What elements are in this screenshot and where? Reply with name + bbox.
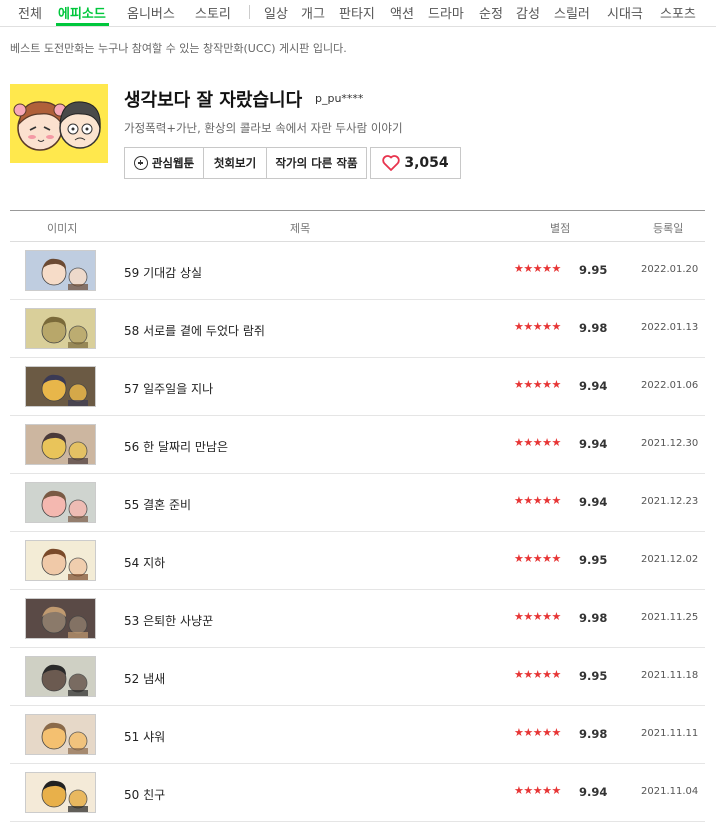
table-row: 59 기대감 상실 ★★★★★ 9.95 2022.01.20 [10,242,705,300]
table-row: 56 한 달짜리 만남은 ★★★★★ 9.94 2021.12.30 [10,416,705,474]
rating-stars: ★★★★★ [514,726,561,739]
header-title: 제목 [290,222,311,235]
rating-stars: ★★★★★ [514,320,561,333]
episode-date: 2021.11.04 [641,786,699,797]
other-works-label: 작가의 다른 작품 [275,156,358,170]
tab-daily[interactable]: 일상 [264,3,288,22]
rating-stars: ★★★★★ [514,552,561,565]
rating-stars: ★★★★★ [514,494,561,507]
like-count: 3,054 [404,155,449,171]
table-row: 52 냄새 ★★★★★ 9.95 2021.11.18 [10,648,705,706]
episode-title[interactable]: 58 서로를 곁에 두었다 람쥐 [124,322,265,339]
episode-thumbnail[interactable] [25,250,96,291]
comic-action-buttons: 관심웹툰 첫회보기 작가의 다른 작품 [124,147,367,179]
table-row: 53 은퇴한 사냥꾼 ★★★★★ 9.98 2021.11.25 [10,590,705,648]
rating-stars: ★★★★★ [514,262,561,275]
episode-thumbnail[interactable] [25,482,96,523]
episode-thumbnail[interactable] [25,714,96,755]
tab-fantasy[interactable]: 판타지 [339,3,375,22]
first-episode-button[interactable]: 첫회보기 [204,148,267,178]
tab-story[interactable]: 스토리 [195,3,231,22]
rating-score: 9.95 [579,553,608,567]
rating-score: 9.95 [579,669,608,683]
episode-date: 2021.11.25 [641,612,699,623]
rating-score: 9.98 [579,727,608,741]
episode-date: 2021.12.23 [641,496,699,507]
like-button[interactable]: 3,054 [370,147,461,179]
tab-omnibus[interactable]: 옴니버스 [127,3,175,22]
header-date: 등록일 [653,222,684,235]
tab-gag[interactable]: 개그 [301,3,325,22]
table-row: 50 친구 ★★★★★ 9.94 2021.11.04 [10,764,705,822]
episode-thumbnail[interactable] [25,424,96,465]
comic-description: 가정폭력+가난, 환상의 콜라보 속에서 자란 두사람 이야기 [124,121,403,135]
episode-date: 2021.11.11 [641,728,699,739]
episode-date: 2021.12.30 [641,438,699,449]
table-row: 51 샤워 ★★★★★ 9.98 2021.11.11 [10,706,705,764]
board-notice: 베스트 도전만화는 누구나 참여할 수 있는 창작만화(UCC) 게시판 입니다… [10,42,347,55]
episode-title[interactable]: 50 친구 [124,786,165,803]
tab-bar-divider [0,26,716,27]
comic-author[interactable]: p_pu**** [315,92,363,105]
rating-score: 9.98 [579,611,608,625]
episode-title[interactable]: 59 기대감 상실 [124,264,202,281]
rating-score: 9.94 [579,785,608,799]
first-episode-label: 첫회보기 [213,156,257,170]
other-works-button[interactable]: 작가의 다른 작품 [267,148,366,178]
header-rating: 별점 [550,222,571,235]
tab-divider [249,5,250,19]
episode-thumbnail[interactable] [25,656,96,697]
episode-title[interactable]: 52 냄새 [124,670,165,687]
episode-title[interactable]: 51 샤워 [124,728,165,745]
rating-score: 9.94 [579,379,608,393]
rating-score: 9.94 [579,495,608,509]
episode-date: 2022.01.13 [641,322,699,333]
rating-stars: ★★★★★ [514,668,561,681]
genre-tab-bar: 전체 에피소드 옴니버스 스토리 일상 개그 판타지 액션 드라마 순정 감성 … [0,0,716,26]
episode-date: 2021.11.18 [641,670,699,681]
rating-stars: ★★★★★ [514,784,561,797]
favorite-button[interactable]: 관심웹툰 [125,148,204,178]
tab-sports[interactable]: 스포츠 [660,3,696,22]
rating-stars: ★★★★★ [514,378,561,391]
tab-sensibility[interactable]: 감성 [516,3,540,22]
tab-episode[interactable]: 에피소드 [58,3,106,22]
episode-title[interactable]: 53 은퇴한 사냥꾼 [124,612,213,629]
episode-thumbnail[interactable] [25,308,96,349]
heart-icon [382,155,401,171]
comic-thumbnail[interactable] [10,84,108,163]
comic-title: 생각보다 잘 자랐습니다 [124,90,303,111]
tab-action[interactable]: 액션 [390,3,414,22]
episode-title[interactable]: 55 결혼 준비 [124,496,191,513]
episode-thumbnail[interactable] [25,540,96,581]
episode-title[interactable]: 56 한 달짜리 만남은 [124,438,228,455]
episode-date: 2021.12.02 [641,554,699,565]
table-row: 55 결혼 준비 ★★★★★ 9.94 2021.12.23 [10,474,705,532]
episode-date: 2022.01.20 [641,264,699,275]
tab-drama[interactable]: 드라마 [428,3,464,22]
table-row: 58 서로를 곁에 두었다 람쥐 ★★★★★ 9.98 2022.01.13 [10,300,705,358]
tab-romance[interactable]: 순정 [479,3,503,22]
table-row: 54 지하 ★★★★★ 9.95 2021.12.02 [10,532,705,590]
rating-stars: ★★★★★ [514,610,561,623]
episode-date: 2022.01.06 [641,380,699,391]
header-image: 이미지 [47,222,78,235]
rating-score: 9.98 [579,321,608,335]
episode-thumbnail[interactable] [25,772,96,813]
tab-all[interactable]: 전체 [18,3,42,22]
plus-circle-icon [133,156,148,170]
favorite-button-label: 관심웹툰 [151,156,195,170]
episode-title[interactable]: 57 일주일을 지나 [124,380,213,397]
rating-stars: ★★★★★ [514,436,561,449]
table-row: 57 일주일을 지나 ★★★★★ 9.94 2022.01.06 [10,358,705,416]
episode-thumbnail[interactable] [25,366,96,407]
table-header: 이미지 제목 별점 등록일 [10,211,705,241]
episode-title[interactable]: 54 지하 [124,554,165,571]
episode-thumbnail[interactable] [25,598,96,639]
rating-score: 9.95 [579,263,608,277]
tab-historical[interactable]: 시대극 [607,3,643,22]
tab-thriller[interactable]: 스릴러 [554,3,590,22]
rating-score: 9.94 [579,437,608,451]
